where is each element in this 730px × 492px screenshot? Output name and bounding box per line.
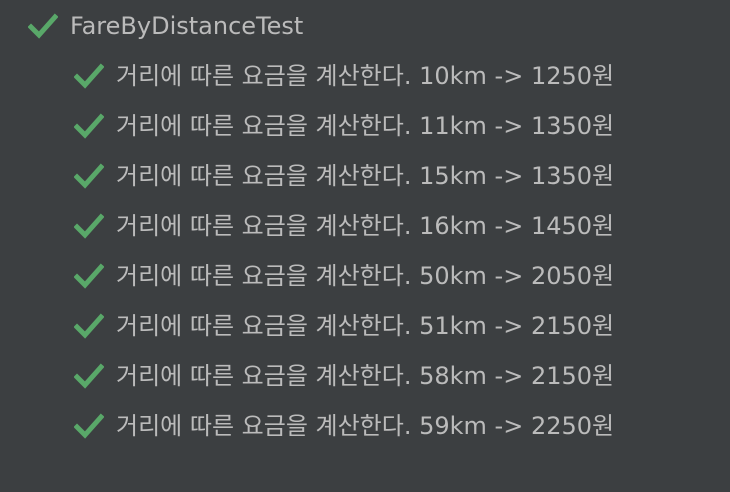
test-suite-name: FareByDistanceTest <box>70 12 304 40</box>
test-case-node[interactable]: 거리에 따른 요금을 계산한다. 50km -> 2050원 <box>74 256 614 296</box>
test-case-name: 거리에 따른 요금을 계산한다. 50km -> 2050원 <box>116 262 615 290</box>
check-icon <box>74 411 104 441</box>
test-results-tree: FareByDistanceTest 거리에 따른 요금을 계산한다. 10km… <box>0 0 730 492</box>
test-case-name: 거리에 따른 요금을 계산한다. 16km -> 1450원 <box>116 212 615 240</box>
test-case-name: 거리에 따른 요금을 계산한다. 58km -> 2150원 <box>116 362 615 390</box>
test-case-name: 거리에 따른 요금을 계산한다. 51km -> 2150원 <box>116 312 615 340</box>
check-icon <box>74 261 104 291</box>
check-icon <box>74 211 104 241</box>
test-case-name: 거리에 따른 요금을 계산한다. 11km -> 1350원 <box>116 112 615 140</box>
check-icon <box>74 361 104 391</box>
test-case-node[interactable]: 거리에 따른 요금을 계산한다. 11km -> 1350원 <box>74 106 614 146</box>
check-icon <box>74 111 104 141</box>
check-icon <box>74 311 104 341</box>
test-case-node[interactable]: 거리에 따른 요금을 계산한다. 16km -> 1450원 <box>74 206 614 246</box>
test-case-node[interactable]: 거리에 따른 요금을 계산한다. 51km -> 2150원 <box>74 306 614 346</box>
test-case-name: 거리에 따른 요금을 계산한다. 10km -> 1250원 <box>116 62 615 90</box>
test-suite-node[interactable]: FareByDistanceTest <box>28 6 303 46</box>
test-case-node[interactable]: 거리에 따른 요금을 계산한다. 15km -> 1350원 <box>74 156 614 196</box>
test-case-node[interactable]: 거리에 따른 요금을 계산한다. 59km -> 2250원 <box>74 406 614 446</box>
check-icon <box>28 11 58 41</box>
test-case-name: 거리에 따른 요금을 계산한다. 59km -> 2250원 <box>116 412 615 440</box>
test-case-node[interactable]: 거리에 따른 요금을 계산한다. 58km -> 2150원 <box>74 356 614 396</box>
check-icon <box>74 161 104 191</box>
test-case-node[interactable]: 거리에 따른 요금을 계산한다. 10km -> 1250원 <box>74 56 614 96</box>
test-case-name: 거리에 따른 요금을 계산한다. 15km -> 1350원 <box>116 162 615 190</box>
check-icon <box>74 61 104 91</box>
